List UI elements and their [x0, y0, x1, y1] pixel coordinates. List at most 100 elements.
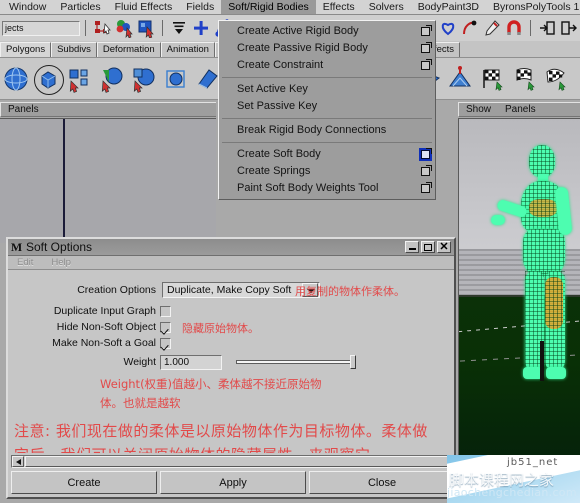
select-object-icon[interactable] [136, 18, 156, 38]
watermark: jb51_net 脚本课程网之家 jiaochengchedian.com [447, 455, 580, 503]
wire-cube-icon[interactable] [161, 64, 191, 94]
menu-item-bodypaint3d[interactable]: BodyPaint3D [411, 0, 486, 14]
character-soft-body-mesh[interactable] [483, 141, 580, 441]
duplicate-input-graph-checkbox[interactable] [160, 305, 171, 317]
soft-options-dialog: M Soft Options ✕ Edit Help Creation Opti… [6, 237, 456, 499]
dialog-button-bar: Create Apply Close [11, 471, 455, 494]
input-connection-icon[interactable] [537, 18, 557, 38]
make-non-soft-a-goal-label: Make Non-Soft a Goal [52, 337, 156, 349]
menu-label: Create Soft Body [237, 148, 321, 160]
menu-label: Create Springs [237, 165, 311, 177]
weight-slider-thumb[interactable] [350, 355, 356, 369]
left-panel-menu-panels[interactable]: Panels [1, 103, 46, 116]
point-snap-icon[interactable] [460, 18, 480, 38]
menu-break-rigid-body-connections[interactable]: Break Rigid Body Connections [219, 122, 435, 139]
poly-split-icon[interactable] [65, 64, 95, 94]
flag-key3-icon[interactable] [541, 64, 571, 94]
viewport-divider-line [63, 119, 65, 243]
menu-item-solvers[interactable]: Solvers [362, 0, 411, 14]
annotation-creation: 用复制的物体作柔体。 [295, 285, 405, 298]
hierarchy-select-icon[interactable] [92, 18, 112, 38]
make-non-soft-a-goal-checkbox[interactable] [160, 337, 171, 349]
menu-item-fluid-effects[interactable]: Fluid Effects [108, 0, 180, 14]
close-dialog-button[interactable]: Close [309, 471, 455, 494]
menu-create-soft-body[interactable]: Create Soft Body [219, 146, 435, 163]
menu-item-soft-rigid-bodies[interactable]: Soft/Rigid Bodies [221, 0, 316, 14]
annotation-note-line1: 注意: 我们现在做的柔体是以原始物体作为目标物体。柔体做 [14, 422, 428, 440]
weight-input[interactable]: 1.000 [160, 354, 222, 370]
cube-circled-icon[interactable] [33, 64, 64, 95]
watermark-site: jb51_net [507, 457, 559, 468]
snap-to-grid-icon[interactable] [169, 18, 189, 38]
scroll-left-arrow-icon[interactable] [12, 456, 24, 467]
tab-deformation[interactable]: Deformation [96, 42, 161, 57]
hide-non-soft-object-checkbox[interactable] [160, 321, 171, 333]
add-icon[interactable] [191, 18, 211, 38]
tab-polygons[interactable]: Polygons [0, 42, 52, 57]
annotation-weight-line2: 体。也就是越软 [100, 396, 181, 410]
menu-set-active-key[interactable]: Set Active Key [219, 81, 435, 98]
dialog-menu-edit[interactable]: Edit [8, 257, 42, 268]
dialog-titlebar[interactable]: M Soft Options ✕ [8, 239, 454, 256]
menu-item-byronspolytools[interactable]: ByronsPolyTools 1. [486, 0, 580, 14]
weight-slider[interactable] [236, 355, 356, 369]
option-box-icon[interactable] [419, 25, 432, 38]
option-box-icon[interactable] [419, 59, 432, 72]
dialog-menu-help[interactable]: Help [42, 257, 80, 268]
menu-item-fields[interactable]: Fields [179, 0, 221, 14]
left-viewport[interactable] [0, 118, 216, 243]
menu-label: Break Rigid Body Connections [237, 124, 387, 136]
heart-curve-icon[interactable] [438, 18, 458, 38]
menu-label: Create Passive Rigid Body [237, 42, 368, 54]
dialog-body: Creation Options Duplicate, Make Copy So… [8, 270, 454, 453]
maximize-button[interactable] [421, 241, 435, 253]
watermark-domain: jiaochengchedian.com [447, 486, 577, 499]
menu-separator-1 [222, 77, 432, 78]
option-box-icon[interactable] [419, 42, 432, 55]
scrollbar-thumb[interactable] [25, 456, 454, 467]
soft-rigid-bodies-dropdown: Create Active Rigid Body Create Passive … [218, 20, 436, 200]
flag-key-icon[interactable] [477, 64, 507, 94]
toolbar-separator-2 [162, 20, 163, 36]
dialog-menubar: Edit Help [8, 256, 454, 270]
magnet-icon[interactable] [504, 18, 524, 38]
menu-item-window[interactable]: Window [2, 0, 53, 14]
dialog-title: Soft Options [26, 240, 93, 254]
menu-item-particles[interactable]: Particles [53, 0, 107, 14]
tab-animation[interactable]: Animation [160, 42, 215, 57]
menu-set-passive-key[interactable]: Set Passive Key [219, 98, 435, 115]
right-panel-menu-show[interactable]: Show [459, 103, 498, 116]
option-box-icon[interactable] [419, 182, 432, 195]
extrude-edge-icon[interactable] [129, 64, 159, 94]
menu-label: Set Active Key [237, 83, 308, 95]
annotation-note-line2: 完后，我们可以关闭原始物体的隐藏属性，来观察它。 [14, 444, 386, 453]
sphere-icon[interactable] [1, 64, 31, 94]
toolbar-separator-3 [530, 20, 531, 36]
output-connection-icon[interactable] [559, 18, 579, 38]
annotation-weight-line1: Weight(权重)值越小、柔体越不接近原始物 [100, 377, 322, 391]
menu-create-passive-rigid-body[interactable]: Create Passive Rigid Body [219, 40, 435, 57]
option-box-icon[interactable] [419, 165, 432, 178]
create-button[interactable]: Create [11, 471, 157, 494]
paint-select-icon[interactable] [114, 18, 134, 38]
option-box-icon-selected[interactable] [419, 148, 432, 161]
menu-label: Set Passive Key [237, 100, 318, 112]
minimize-button[interactable] [405, 241, 419, 253]
menu-create-active-rigid-body[interactable]: Create Active Rigid Body [219, 23, 435, 40]
apply-button[interactable]: Apply [160, 471, 306, 494]
dialog-horizontal-scrollbar[interactable] [11, 455, 455, 468]
menu-item-effects[interactable]: Effects [316, 0, 362, 14]
menu-create-springs[interactable]: Create Springs [219, 163, 435, 180]
menu-paint-soft-body-weights-tool[interactable]: Paint Soft Body Weights Tool [219, 180, 435, 197]
menu-create-constraint[interactable]: Create Constraint [219, 57, 435, 74]
extrude-face-icon[interactable] [97, 64, 127, 94]
maya-m-icon: M [10, 239, 23, 254]
flag-key2-icon[interactable] [509, 64, 539, 94]
close-button[interactable]: ✕ [437, 241, 451, 253]
selection-name-input[interactable]: jects [2, 20, 80, 36]
lattice-icon[interactable] [445, 64, 475, 94]
tab-subdivs[interactable]: Subdivs [51, 42, 97, 57]
right-panel-menu-panels[interactable]: Panels [498, 103, 543, 116]
brush-icon[interactable] [482, 18, 502, 38]
perspective-viewport[interactable] [458, 118, 580, 458]
